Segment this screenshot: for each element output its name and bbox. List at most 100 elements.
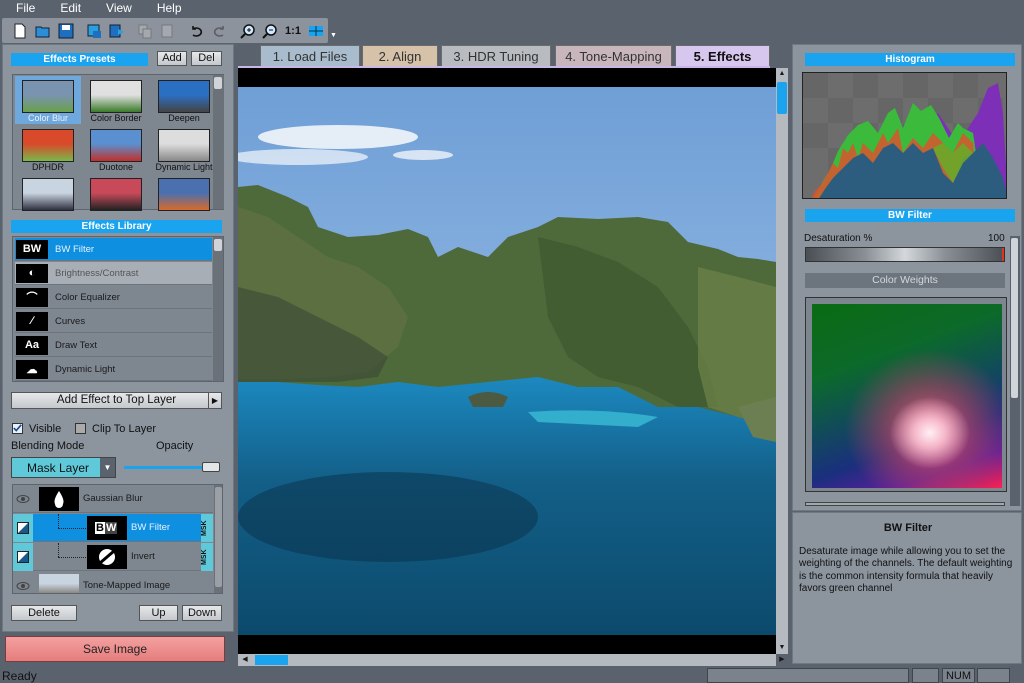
presets-grid: Color Blur Color Border Deepen DPHDR Duotone… <box>12 74 224 211</box>
color-weights-plane[interactable] <box>812 304 1002 488</box>
canvas-horizontal-scrollbar[interactable]: ◀ ▶ <box>238 654 785 666</box>
menu-file[interactable]: File <box>16 1 35 15</box>
actual-size-button[interactable]: 1:1 <box>283 21 304 41</box>
layers-list: Gaussian Blur B W BW Filter MSK Invert MSK Tone… <box>12 484 223 594</box>
zoom-in-icon[interactable] <box>237 21 258 41</box>
status-num: NUM <box>942 668 975 683</box>
eye-icon[interactable] <box>13 572 33 593</box>
presets-scroll-thumb[interactable] <box>214 77 222 89</box>
layers-scrollbar[interactable] <box>214 485 222 593</box>
menu-edit[interactable]: Edit <box>60 1 81 15</box>
right-panel-scrollbar[interactable] <box>1010 236 1020 506</box>
library-item-label: Draw Text <box>55 339 98 351</box>
preset-item[interactable]: Color Blur <box>15 76 81 124</box>
library-item[interactable]: ◐ Brightness/Contrast <box>15 262 212 285</box>
library-item[interactable]: ⌒ Color Equalizer <box>15 286 212 309</box>
preset-item[interactable]: Dynamic Light <box>151 125 217 173</box>
canvas-hscroll-thumb[interactable] <box>255 655 288 665</box>
fit-window-icon[interactable] <box>305 21 326 41</box>
layer-row[interactable]: Tone-Mapped Image <box>13 572 213 593</box>
tab-effects[interactable]: 5. Effects <box>675 45 770 67</box>
layer-up-button[interactable]: Up <box>139 605 178 621</box>
preset-item[interactable]: Deepen <box>151 76 217 124</box>
save-copy-icon[interactable] <box>84 21 105 41</box>
preset-item[interactable] <box>151 174 217 222</box>
layer-row[interactable]: B W BW Filter MSK <box>13 514 213 542</box>
new-file-icon[interactable] <box>10 21 31 41</box>
library-item-label: Brightness/Contrast <box>55 267 139 279</box>
clip-to-layer-checkbox[interactable] <box>75 423 86 434</box>
scroll-down-arrow-icon[interactable]: ▼ <box>776 642 788 654</box>
tab-hdr-tuning[interactable]: 3. HDR Tuning <box>441 45 551 67</box>
color-weights-picker[interactable] <box>805 297 1007 492</box>
paste-icon[interactable] <box>158 21 179 41</box>
color-equalizer-icon: ⌒ <box>16 287 48 307</box>
scroll-right-arrow-icon[interactable]: ▶ <box>776 654 788 666</box>
scroll-left-arrow-icon[interactable]: ◀ <box>238 654 252 666</box>
open-folder-icon[interactable] <box>33 21 54 41</box>
save-image-button[interactable]: Save Image <box>5 636 225 662</box>
library-item[interactable]: BW BW Filter <box>15 238 212 261</box>
desaturation-slider-handle[interactable] <box>1002 248 1004 261</box>
add-effect-button[interactable]: Add Effect to Top Layer ▶ <box>11 392 222 409</box>
color-weights-header: Color Weights <box>805 273 1005 288</box>
layer-down-button[interactable]: Down <box>182 605 222 621</box>
blending-mode-label: Blending Mode <box>11 440 85 452</box>
photo-thumb <box>39 574 79 593</box>
chevron-down-icon[interactable]: ▼ <box>100 458 115 477</box>
preset-thumbnail <box>22 129 74 162</box>
export-icon[interactable] <box>106 21 127 41</box>
blending-mode-value: Mask Layer <box>27 461 90 475</box>
mask-badge: MSK <box>201 514 213 542</box>
image-canvas[interactable]: ▲ ▼ <box>238 68 788 654</box>
copy-icon[interactable] <box>135 21 156 41</box>
menu-view[interactable]: View <box>106 1 132 15</box>
add-effect-arrow-icon[interactable]: ▶ <box>208 393 221 408</box>
preset-item[interactable] <box>83 174 149 222</box>
delete-preset-button[interactable]: Del <box>191 51 222 66</box>
scroll-up-arrow-icon[interactable]: ▲ <box>776 68 788 80</box>
add-preset-button[interactable]: Add <box>157 51 187 66</box>
canvas-vertical-scrollbar[interactable]: ▲ ▼ <box>776 68 788 654</box>
bw-filter-header: BW Filter <box>805 209 1015 222</box>
preset-item[interactable] <box>15 174 81 222</box>
layers-scroll-thumb[interactable] <box>215 487 222 587</box>
layer-row[interactable]: Gaussian Blur <box>13 485 213 513</box>
library-item[interactable]: ☁ Dynamic Light <box>15 358 212 381</box>
status-pane-1 <box>707 668 909 683</box>
save-icon[interactable] <box>55 21 76 41</box>
mask-layer-icon[interactable] <box>13 514 33 542</box>
status-pane-4 <box>977 668 1010 683</box>
tab-align[interactable]: 2. Align <box>362 45 438 67</box>
preset-item[interactable]: Color Border <box>83 76 149 124</box>
library-item[interactable]: Aa Draw Text <box>15 334 212 357</box>
tab-tone-mapping[interactable]: 4. Tone-Mapping <box>555 45 672 67</box>
undo-icon[interactable] <box>186 21 207 41</box>
right-panel-scroll-thumb[interactable] <box>1011 238 1018 398</box>
layer-row[interactable]: Invert MSK <box>13 543 213 571</box>
desaturation-slider[interactable] <box>805 247 1005 262</box>
library-scroll-thumb[interactable] <box>214 239 222 251</box>
clip-to-layer-label: Clip To Layer <box>92 423 156 435</box>
visible-checkbox[interactable] <box>12 423 23 434</box>
tab-load-files[interactable]: 1. Load Files <box>260 45 360 67</box>
mask-badge: MSK <box>201 543 213 571</box>
opacity-slider-handle[interactable] <box>202 462 220 472</box>
mask-layer-icon[interactable] <box>13 543 33 571</box>
eye-icon[interactable] <box>13 485 33 513</box>
zoom-out-icon[interactable] <box>260 21 281 41</box>
library-item-label: Color Equalizer <box>55 291 120 303</box>
library-scrollbar[interactable] <box>213 237 223 381</box>
menu-help[interactable]: Help <box>157 1 182 15</box>
redo-icon[interactable] <box>209 21 230 41</box>
preset-item[interactable]: Duotone <box>83 125 149 173</box>
description-text: Desaturate image while allowing you to s… <box>799 546 1013 594</box>
delete-layer-button[interactable]: Delete <box>11 605 77 621</box>
layer-name: Gaussian Blur <box>83 493 143 504</box>
preset-item[interactable]: DPHDR <box>15 125 81 173</box>
canvas-vscroll-thumb[interactable] <box>777 82 787 114</box>
toolbar-overflow-icon[interactable]: ▼ <box>330 32 337 39</box>
presets-scrollbar[interactable] <box>213 75 224 209</box>
library-item[interactable]: ∕ Curves <box>15 310 212 333</box>
blending-mode-select[interactable]: Mask Layer ▼ <box>11 457 116 478</box>
